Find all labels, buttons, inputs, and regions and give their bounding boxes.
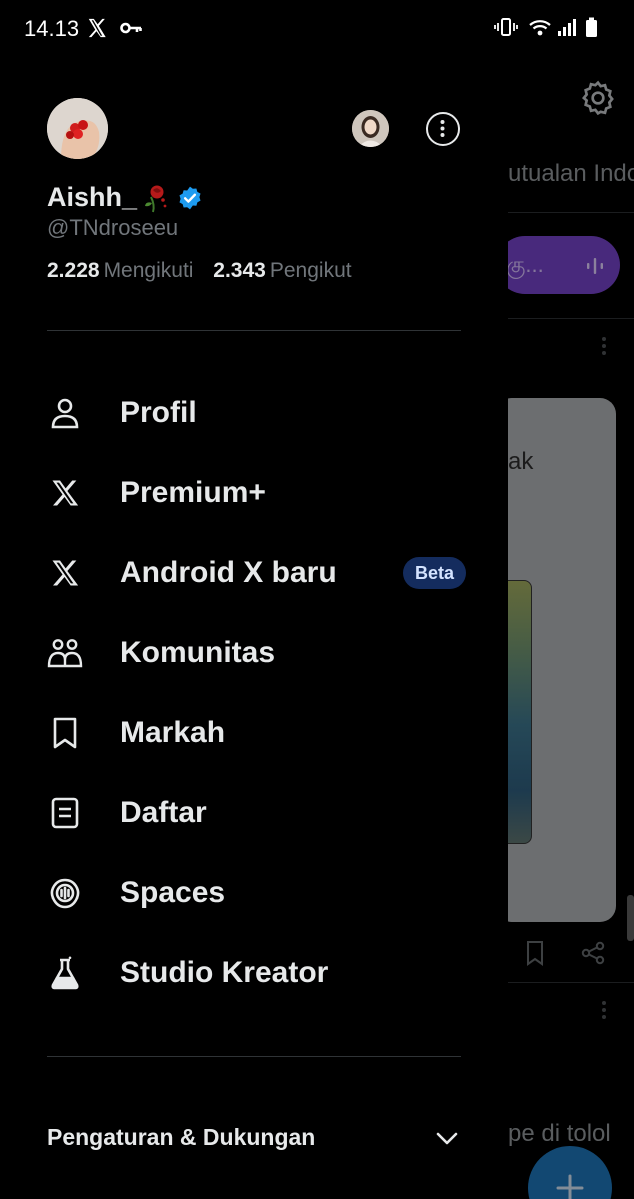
x-notification-icon [88, 18, 106, 38]
follow-stats: 2.228 Mengikuti 2.343 Pengikut [47, 259, 366, 283]
menu-item-new-android-x[interactable]: Android X baru Beta [47, 543, 467, 603]
followers-link[interactable]: 2.343 Pengikut [213, 259, 365, 282]
followers-count: 2.343 [213, 259, 266, 282]
flask-icon [47, 955, 83, 991]
more-accounts-button[interactable] [426, 112, 460, 146]
menu-item-profile[interactable]: Profil [47, 383, 467, 443]
display-name-row[interactable]: Aishh_ [47, 182, 203, 213]
status-icons [494, 17, 597, 37]
menu-item-label: Daftar [120, 796, 207, 829]
x-logo-icon [47, 475, 83, 511]
following-count: 2.228 [47, 259, 100, 282]
following-link[interactable]: 2.228 Mengikuti [47, 259, 213, 282]
menu-item-label: Studio Kreator [120, 956, 329, 989]
settings-support-label: Pengaturan & Dukungan [47, 1124, 316, 1150]
status-bar: 14.13 [0, 0, 634, 56]
profile-photo [47, 98, 108, 159]
display-name: Aishh_ [47, 182, 138, 212]
menu-item-label: Markah [120, 716, 226, 749]
x-logo-icon [47, 555, 83, 591]
status-time: 14.13 [24, 16, 80, 41]
signal-icon [558, 19, 576, 36]
drawer-divider [47, 1056, 461, 1057]
battery-icon [586, 17, 597, 37]
person-icon [47, 395, 83, 431]
beta-badge: Beta [403, 557, 467, 589]
menu-item-label: Profil [120, 396, 197, 429]
menu-item-label: Komunitas [120, 636, 276, 669]
menu-item-communities[interactable]: Komunitas [47, 623, 467, 683]
chevron-down-icon [436, 1132, 458, 1145]
menu-item-bookmarks[interactable]: Markah [47, 703, 467, 763]
menu-item-label: Spaces [120, 876, 226, 909]
drawer-divider [47, 330, 461, 331]
bookmark-icon [47, 715, 83, 751]
menu-item-creator-studio[interactable]: Studio Kreator [47, 943, 467, 1003]
wifi-icon [529, 20, 551, 36]
followers-label: Pengikut [269, 259, 352, 282]
menu-item-spaces[interactable]: Spaces [47, 863, 467, 923]
communities-icon [47, 635, 83, 671]
settings-support-toggle[interactable]: Pengaturan & Dukungan [47, 1118, 461, 1158]
user-handle: @TNdroseeu [47, 215, 179, 240]
avatar[interactable] [47, 98, 108, 159]
verified-badge-icon [179, 186, 201, 209]
account-photo [352, 110, 389, 147]
menu-item-lists[interactable]: Daftar [47, 783, 467, 843]
menu-item-premium[interactable]: Premium+ [47, 463, 467, 523]
vertical-dots-icon [440, 120, 445, 137]
menu-item-label: Premium+ [120, 476, 266, 509]
navigation-drawer: Aishh_ @TNdroseeu 2.228 Mengikuti 2.343 Pe… [0, 0, 508, 1199]
wilted-rose-icon [145, 185, 167, 212]
switch-account-avatar[interactable] [352, 110, 389, 147]
vibrate-icon [494, 18, 518, 36]
following-label: Mengikuti [103, 259, 194, 282]
menu-item-label: Android X baru [120, 556, 337, 589]
vpn-key-icon [120, 22, 142, 34]
spaces-icon [47, 875, 83, 911]
list-icon [47, 795, 83, 831]
